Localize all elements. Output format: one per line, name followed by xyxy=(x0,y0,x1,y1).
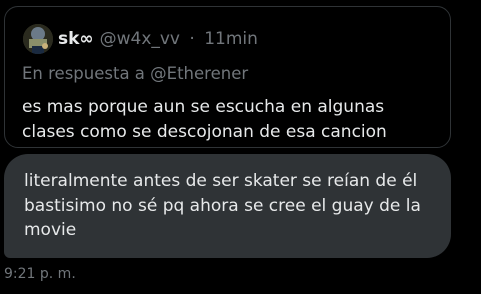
message-text: literalmente antes de ser skater se reía… xyxy=(24,171,421,240)
avatar[interactable] xyxy=(23,24,53,54)
post-time: 11min xyxy=(204,29,258,49)
quoted-post-text: es mas porque aun se escucha en algunas … xyxy=(22,97,387,142)
author-handle: @w4x_vv xyxy=(99,29,180,49)
meta-separator: · xyxy=(189,29,195,49)
avatar-image xyxy=(23,24,53,54)
reply-context: En respuesta a @Etherener xyxy=(22,64,249,83)
author-name[interactable]: sk∞ xyxy=(58,29,94,49)
message-timestamp: 9:21 p. m. xyxy=(4,266,76,282)
quoted-post-card[interactable]: sk∞ @w4x_vv · 11min En respuesta a @Ether… xyxy=(4,6,451,148)
message-bubble[interactable]: literalmente antes de ser skater se reía… xyxy=(4,154,451,258)
quoted-post-header: sk∞ @w4x_vv · 11min xyxy=(58,29,258,49)
